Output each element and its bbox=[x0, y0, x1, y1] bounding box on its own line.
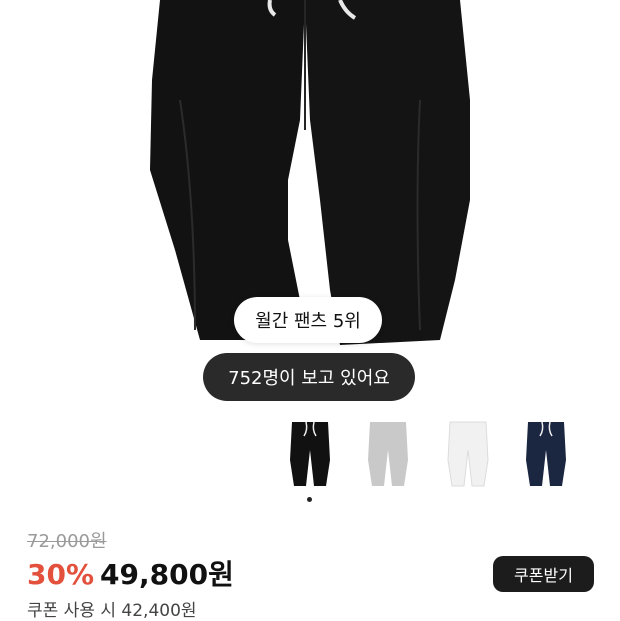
viewers-badge: 752명이 보고 있어요 bbox=[203, 353, 415, 401]
color-option-navy[interactable] bbox=[520, 420, 572, 490]
viewers-badge-text: 752명이 보고 있어요 bbox=[228, 368, 390, 389]
color-options bbox=[0, 420, 620, 490]
rank-badge-text: 월간 팬츠 5위 bbox=[255, 311, 361, 332]
original-price: 72,000원 bbox=[27, 531, 107, 552]
price-line: 30% 49,800원 bbox=[27, 553, 234, 593]
get-coupon-button-label: 쿠폰받기 bbox=[514, 566, 573, 585]
selected-indicator bbox=[307, 497, 312, 502]
get-coupon-button[interactable]: 쿠폰받기 bbox=[493, 556, 594, 592]
discount-rate: 30% bbox=[27, 558, 95, 591]
coupon-price: 쿠폰 사용 시 42,400원 bbox=[27, 601, 197, 621]
final-price: 49,800원 bbox=[100, 558, 234, 591]
rank-badge: 월간 팬츠 5위 bbox=[234, 297, 382, 343]
color-option-black[interactable] bbox=[284, 420, 336, 490]
color-option-gray[interactable] bbox=[362, 420, 414, 490]
color-option-white[interactable] bbox=[442, 420, 494, 490]
